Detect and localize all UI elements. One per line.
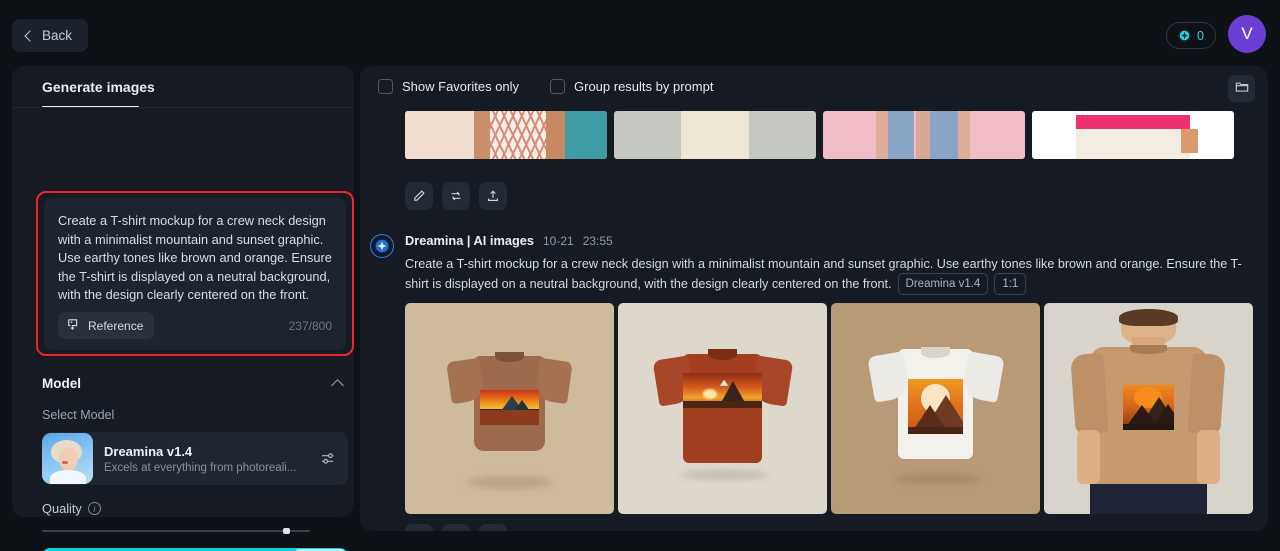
tab-generate-images[interactable]: Generate images: [42, 79, 155, 95]
dreamina-brand-icon: [370, 234, 394, 258]
checkbox-label: Show Favorites only: [402, 79, 520, 94]
quality-slider[interactable]: [42, 528, 310, 534]
result-thumbnail[interactable]: [614, 111, 816, 159]
previous-result-thumbnails: [405, 111, 1234, 159]
quality-label: Quality: [42, 501, 82, 516]
result-prompt: Create a T-shirt mockup for a crew neck …: [405, 255, 1245, 295]
regenerate-icon-button[interactable]: [442, 524, 470, 531]
export-icon-button[interactable]: [479, 182, 507, 210]
model-name: Dreamina v1.4: [104, 443, 193, 459]
checkbox-box: [550, 79, 565, 94]
model-settings-icon[interactable]: [321, 451, 338, 466]
edit-icon-button[interactable]: [405, 524, 433, 531]
credits-value: 0: [1197, 28, 1204, 43]
prompt-text: Create a T-shirt mockup for a crew neck …: [58, 213, 336, 302]
badge-model: Dreamina v1.4: [897, 273, 989, 295]
character-counter: 237/800: [288, 318, 332, 333]
coin-icon: [1178, 29, 1191, 42]
checkbox-label: Group results by prompt: [574, 79, 714, 94]
prompt-highlight-box: Create a T-shirt mockup for a crew neck …: [36, 191, 354, 356]
result-image-4[interactable]: [1044, 303, 1253, 514]
chevron-left-icon: [24, 29, 36, 42]
prompt-input[interactable]: Create a T-shirt mockup for a crew neck …: [44, 198, 346, 350]
results-filter-bar: Show Favorites only Group results by pro…: [360, 66, 1268, 111]
shirt-graphic: [908, 378, 963, 434]
reference-button[interactable]: Reference: [58, 312, 155, 339]
add-image-icon: [67, 317, 81, 334]
badge-ratio: 1:1: [994, 273, 1027, 295]
avatar[interactable]: V: [1228, 15, 1266, 53]
model-selector[interactable]: Dreamina v1.4 Excels at everything from …: [42, 432, 348, 485]
result-brand-line: Dreamina | AI images 10-21 23:55: [405, 233, 1245, 248]
back-button[interactable]: Back: [12, 19, 89, 52]
results-scroll-area[interactable]: Dreamina | AI images 10-21 23:55 Create …: [360, 111, 1268, 531]
reference-label: Reference: [88, 318, 144, 333]
results-panel: Show Favorites only Group results by pro…: [360, 66, 1268, 531]
panel-tabs: Generate images: [12, 66, 354, 114]
result-header: Dreamina | AI images 10-21 23:55 Create …: [370, 233, 1245, 295]
prompt-footer: Reference 237/800: [58, 312, 332, 339]
result-thumbnail[interactable]: [405, 111, 607, 159]
result-thumbnail[interactable]: [823, 111, 1025, 159]
credits-pill[interactable]: 0: [1166, 22, 1216, 49]
shirt-graphic: [1123, 385, 1174, 430]
previous-result-actions: [405, 182, 507, 210]
result-time: 23:55: [582, 234, 613, 248]
export-icon-button[interactable]: [479, 524, 507, 531]
quality-slider-handle[interactable]: [283, 528, 291, 534]
result-brand-name: Dreamina | AI images: [405, 233, 534, 248]
result-image-grid: [405, 303, 1253, 514]
result-actions: [405, 524, 507, 531]
folder-icon: [1235, 80, 1249, 98]
tab-divider: [12, 107, 354, 108]
checkbox-show-favorites-only[interactable]: Show Favorites only: [378, 79, 519, 94]
model-thumbnail: [42, 433, 93, 484]
model-description: Excels at everything from photoreali...: [104, 461, 297, 474]
dreamina-app-window: Back 0 V Generate images Create a T-shir…: [0, 0, 1280, 551]
edit-icon-button[interactable]: [405, 182, 433, 210]
checkbox-box: [378, 79, 393, 94]
back-label: Back: [42, 28, 73, 43]
result-image-1[interactable]: [405, 303, 614, 514]
regenerate-icon-button[interactable]: [442, 182, 470, 210]
result-image-3[interactable]: [831, 303, 1040, 514]
result-thumbnail[interactable]: [1032, 111, 1234, 159]
model-section-title: Model: [42, 376, 81, 391]
model-meta: Dreamina v1.4 Excels at everything from …: [104, 444, 315, 474]
result-date: 10-21: [543, 234, 574, 248]
top-bar: Back 0 V: [0, 0, 1280, 70]
quality-row: Quality i: [42, 501, 101, 516]
shirt-graphic: [682, 372, 763, 409]
select-model-label: Select Model: [42, 408, 115, 422]
result-prompt-text: Create a T-shirt mockup for a crew neck …: [405, 257, 1242, 291]
generate-panel: Generate images Create a T-shirt mockup …: [12, 66, 354, 551]
result-meta: Dreamina | AI images 10-21 23:55 Create …: [405, 233, 1245, 295]
folder-button[interactable]: [1228, 75, 1255, 102]
info-icon[interactable]: i: [87, 502, 101, 515]
shirt-graphic: [480, 389, 539, 426]
chevron-up-icon[interactable]: [331, 378, 344, 392]
result-image-2[interactable]: [618, 303, 827, 514]
checkbox-group-results-by-prompt[interactable]: Group results by prompt: [550, 79, 713, 94]
model-section-header: Model: [42, 376, 344, 392]
